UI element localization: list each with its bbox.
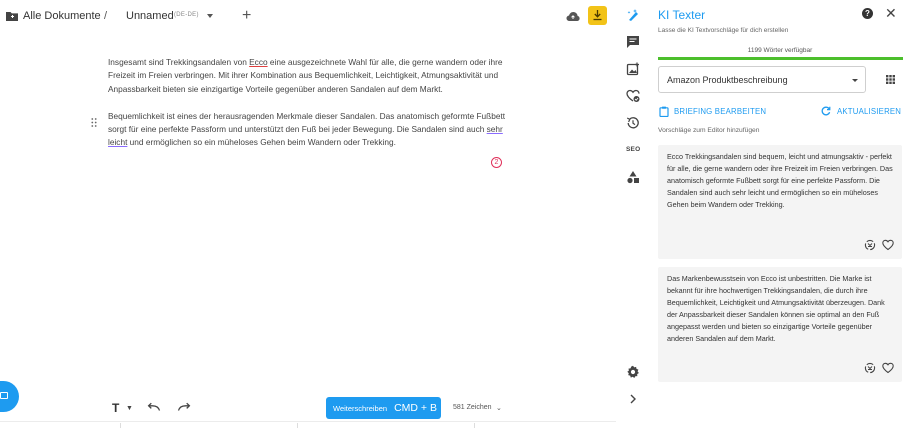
ruler-tick [474,423,475,428]
template-select[interactable]: Amazon Produktbeschreibung [658,66,866,93]
words-available: 1199 Wörter verfügbar [747,47,813,54]
chat-bubble-icon[interactable] [626,35,640,49]
cloud-icon [566,12,580,21]
gear-icon[interactable] [626,365,640,379]
download-button[interactable] [588,6,607,25]
replace-icon[interactable] [864,239,876,251]
undo-icon[interactable] [147,402,161,412]
editor-paragraph-2[interactable]: Bequemlichkeit ist eines der herausragen… [108,110,513,150]
breadcrumb-separator: / [104,10,108,22]
paragraph-text: Bequemlichkeit ist eines der herausragen… [108,110,506,135]
editor-paragraph-1[interactable]: Insgesamt sind Trekkingsandalen von Ecco… [108,56,513,96]
drag-handle-icon[interactable] [91,118,97,127]
continue-writing-button[interactable]: Weiterschreiben CMD + B [326,397,441,419]
folder-icon [6,12,18,21]
spelling-issue[interactable]: Ecco [249,57,267,67]
download-icon [593,10,602,21]
issue-count-badge[interactable]: 2 [491,157,502,168]
character-count[interactable]: 581 Zeichen [453,404,492,411]
ai-writer-icon[interactable] [626,8,640,22]
replace-icon[interactable] [864,362,876,374]
chat-button[interactable] [0,381,19,412]
continue-writing-label: Weiterschreiben [333,403,388,413]
text-format-button[interactable]: T [112,401,119,415]
image-icon[interactable] [626,62,640,76]
heart-icon[interactable] [882,362,894,374]
panel-subtitle: Lasse die KI Textvorschläge für dich ers… [658,27,789,34]
chevron-down-icon[interactable] [207,14,213,18]
chevron-down-icon[interactable]: ⌄ [496,404,502,412]
help-icon[interactable]: ? [862,8,873,19]
suggestion-text: Ecco Trekkingsandalen sind bequem, leich… [667,152,893,209]
redo-icon[interactable] [177,402,191,412]
document-language: (DE-DE) [174,12,199,18]
suggestion-card[interactable]: Ecco Trekkingsandalen sind bequem, leich… [658,145,902,259]
edit-briefing-label: BRIEFING BEARBEITEN [674,106,767,116]
text-editor[interactable]: Insgesamt sind Trekkingsandalen von Ecco… [108,56,513,163]
heart-icon[interactable] [882,239,894,251]
shapes-icon[interactable] [626,170,640,184]
seo-button[interactable]: SEO [626,146,640,153]
suggestion-text: Das Markenbewusstsein von Ecco ist unbes… [667,274,885,343]
word-quota-bar [658,57,903,60]
paragraph-text: und ermöglichen so ein müheloses Gehen b… [127,137,396,148]
close-icon[interactable]: ✕ [885,6,897,20]
history-icon[interactable] [626,116,640,130]
template-select-value: Amazon Produktbeschreibung [667,75,788,85]
heart-check-icon[interactable] [626,89,640,103]
chat-icon [0,392,8,399]
ruler-tick [120,423,121,428]
paragraph-text: Insgesamt sind Trekkingsandalen von [108,57,250,67]
continue-writing-shortcut: CMD + B [394,402,437,414]
app: Alle Dokumente / Unnamed (DE-DE) + Insge… [0,0,906,428]
panel-title: KI Texter [658,8,706,22]
grid-icon[interactable] [886,75,895,84]
refresh-button[interactable]: AKTUALISIEREN [821,105,901,117]
refresh-icon [821,106,831,116]
word-quota-fill [658,57,903,60]
document-name[interactable]: Unnamed [126,10,174,22]
suggestion-card[interactable]: Das Markenbewusstsein von Ecco ist unbes… [658,267,902,382]
chevron-down-icon [852,79,858,82]
ruler-tick [297,423,298,428]
refresh-label: AKTUALISIEREN [837,106,902,116]
breadcrumb-all-documents[interactable]: Alle Dokumente [23,10,101,22]
chevron-right-icon[interactable] [626,392,640,406]
add-document-button[interactable]: + [242,8,251,24]
clipboard-icon [659,106,669,117]
suggestions-hint: Vorschläge zum Editor hinzufügen [658,127,760,134]
edit-briefing-button[interactable]: BRIEFING BEARBEITEN [659,105,766,117]
chevron-down-icon[interactable]: ▼ [126,405,133,412]
